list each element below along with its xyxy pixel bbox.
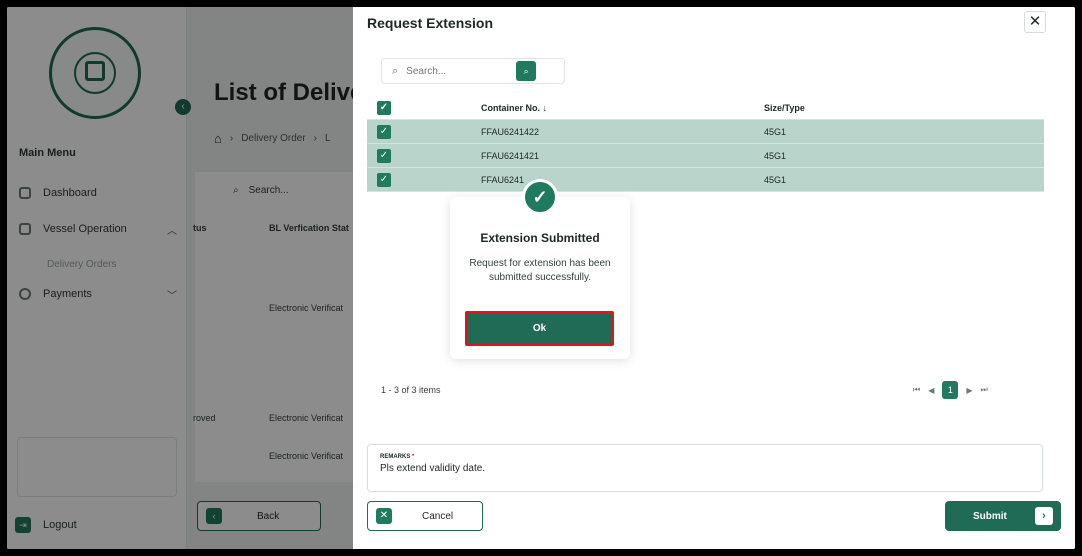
- page-number[interactable]: 1: [942, 381, 959, 399]
- column-header-size-type[interactable]: Size/Type: [764, 103, 805, 113]
- submit-label: Submit: [973, 510, 1007, 522]
- remarks-label: REMARKS *: [380, 454, 415, 460]
- search-input[interactable]: [406, 65, 517, 77]
- container-number: FFAU6241422: [481, 127, 540, 137]
- row-checkbox[interactable]: ✓: [377, 125, 391, 139]
- container-number: FFAU6241421: [481, 151, 540, 161]
- container-number: FFAU6241: [481, 175, 525, 185]
- table-row[interactable]: ✓ FFAU6241421 45G1: [367, 144, 1044, 168]
- chevron-right-icon: ›: [1034, 507, 1053, 525]
- cancel-label: Cancel: [422, 510, 454, 522]
- search-icon: ⌕: [392, 64, 399, 77]
- cancel-button[interactable]: ✕ Cancel: [367, 501, 483, 531]
- drawer-title: Request Extension: [367, 15, 494, 31]
- size-type: 45G1: [764, 175, 787, 185]
- backdrop-overlay: [7, 7, 353, 549]
- dialog-title: Extension Submitted: [480, 231, 600, 245]
- pagination: ⏮ ◀ 1 ▶ ⏭: [913, 381, 988, 399]
- remarks-value[interactable]: Pls extend validity date.: [380, 463, 485, 474]
- size-type: 45G1: [764, 151, 787, 161]
- close-button[interactable]: ✕: [1024, 11, 1046, 33]
- check-icon: ✓: [522, 179, 558, 215]
- next-page-icon[interactable]: ▶: [966, 386, 972, 395]
- dialog-message: Request for extension has been submitted…: [469, 258, 611, 283]
- search-button[interactable]: ⌕: [516, 61, 537, 81]
- row-checkbox[interactable]: ✓: [377, 149, 391, 163]
- close-icon: ✕: [376, 508, 392, 524]
- first-page-icon[interactable]: ⏮: [913, 385, 920, 395]
- select-all-checkbox[interactable]: ✓: [377, 101, 391, 115]
- submit-button[interactable]: Submit ›: [945, 501, 1061, 531]
- table-header-row: ✓ Container No. ↓ Size/Type: [367, 96, 1044, 120]
- row-checkbox[interactable]: ✓: [377, 173, 391, 187]
- table-row[interactable]: ✓ FFAU6241422 45G1: [367, 120, 1044, 144]
- prev-page-icon[interactable]: ◀: [928, 386, 934, 395]
- remarks-field[interactable]: REMARKS * Pls extend validity date.: [367, 444, 1043, 492]
- last-page-icon[interactable]: ⏭: [981, 385, 988, 395]
- app-frame: Main Menu Dashboard Vessel Operation ︿ D…: [7, 7, 1075, 549]
- table-row[interactable]: ✓ FFAU6241 45G1: [367, 168, 1044, 192]
- column-header-container[interactable]: Container No. ↓: [481, 103, 547, 113]
- size-type: 45G1: [764, 127, 787, 137]
- container-search: ⌕ ⌕: [381, 58, 565, 84]
- pagination-summary: 1 - 3 of 3 items: [381, 385, 441, 395]
- ok-button[interactable]: Ok: [465, 311, 614, 346]
- success-dialog: ✓ Extension Submitted Request for extens…: [450, 179, 630, 359]
- container-table: ✓ Container No. ↓ Size/Type ✓ FFAU624142…: [367, 96, 1044, 192]
